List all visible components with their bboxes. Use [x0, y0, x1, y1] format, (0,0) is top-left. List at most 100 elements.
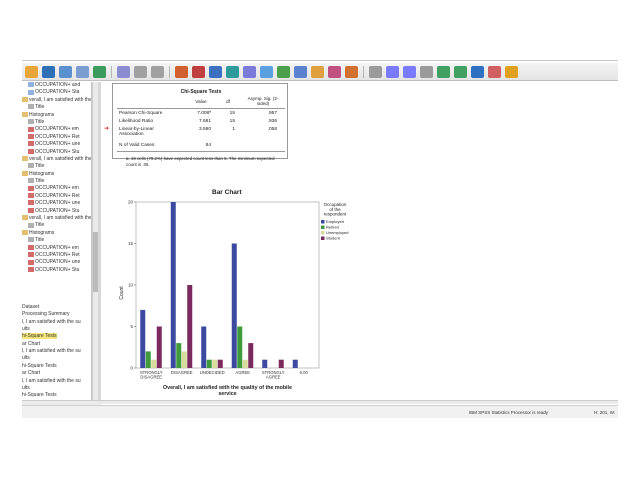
outline-item[interactable] [22, 296, 91, 303]
outline-item[interactable]: verall, I am satisfied with the W [22, 215, 91, 222]
insert-heading-icon[interactable] [471, 65, 484, 78]
outline-item[interactable] [22, 289, 91, 296]
table-rule [117, 108, 285, 109]
x-axis-label: Overall, I am satisfied with the quality… [163, 385, 292, 397]
bar [156, 326, 162, 368]
outline-item[interactable]: ults [22, 385, 91, 392]
weight-cases-icon[interactable] [311, 65, 324, 78]
show-all-icon[interactable] [369, 65, 382, 78]
outline-item[interactable]: verall, I am satisfied with the [22, 156, 91, 163]
export-icon[interactable] [93, 65, 106, 78]
outline-item-label: OCCUPATION+ em [35, 244, 79, 251]
content-hscrollbar[interactable] [101, 400, 618, 404]
outline-item[interactable]: OCCUPATION+ Sta [22, 89, 91, 96]
col-header-sig: Asymp. Sig. (2-sided) [247, 96, 279, 106]
outline-item[interactable]: Title [22, 222, 91, 229]
outline-item-label: ar Chart [22, 340, 41, 347]
outline-item[interactable]: l, I am satisfied with the su [22, 378, 91, 385]
outline-item[interactable]: Histograms [22, 112, 91, 119]
outline-item[interactable]: OCCUPATION+ Ret [22, 134, 91, 141]
bar [212, 359, 218, 368]
insert-variable-icon[interactable] [277, 65, 290, 78]
outline-item[interactable]: Title [22, 163, 91, 170]
outline-item[interactable]: OCCUPATION+ une [22, 141, 91, 148]
outline-item-label: verall, I am satisfied with the [29, 155, 92, 162]
outline-item[interactable] [22, 274, 91, 281]
x-tick-label: STRONGLY DISAGREE [140, 370, 163, 380]
insert-title-icon[interactable] [488, 65, 501, 78]
redo-icon[interactable] [151, 65, 164, 78]
outline-item[interactable]: OCCUPATION+ Stu [22, 149, 91, 156]
book-icon [22, 156, 28, 162]
outline-item[interactable]: OCCUPATION+ une [22, 259, 91, 266]
outline-item[interactable]: Histograms [22, 230, 91, 237]
outline-item[interactable]: verall, I am satisfied with the [22, 97, 91, 104]
outline-item-label: OCCUPATION+ Sta [35, 89, 80, 96]
outline-item[interactable]: OCCUPATION+ Stu [22, 208, 91, 215]
toolbar-separator [169, 65, 170, 78]
outline-item[interactable]: hi-Square Tests [22, 333, 91, 340]
print-icon[interactable] [59, 65, 72, 78]
promote-icon[interactable] [437, 65, 450, 78]
outline-pane[interactable]: OCCUPATION+ and OCCUPATION+ Sta verall, I … [22, 82, 92, 400]
outline-item[interactable]: Title [22, 104, 91, 111]
goto-data-icon[interactable] [175, 65, 188, 78]
goto-variable-icon[interactable] [209, 65, 222, 78]
print-preview-icon[interactable] [76, 65, 89, 78]
outline-item-label: Histograms [29, 170, 55, 177]
outline-item[interactable]: ults [22, 326, 91, 333]
outline-item[interactable]: OCCUPATION+ and [22, 82, 91, 89]
outline-item[interactable]: Title [22, 119, 91, 126]
outline-item[interactable]: Histograms [22, 171, 91, 178]
outline-item-label: Histograms [29, 229, 55, 236]
outline-item[interactable]: OCCUPATION+ em [22, 245, 91, 252]
outline-item-label: Dataset [22, 303, 40, 310]
outline-item[interactable]: hi-Square Tests [22, 392, 91, 399]
outline-item-label: l, I am satisfied with the su [22, 318, 81, 325]
outline-item[interactable]: OCCUPATION+ Stu [22, 267, 91, 274]
x-tick-label: 6.00 [300, 370, 309, 375]
chart-icon [28, 126, 34, 132]
outline-item[interactable]: OCCUPATION+ em [22, 126, 91, 133]
spelling-icon[interactable] [386, 65, 399, 78]
collapse-icon[interactable] [403, 65, 416, 78]
select-cases-icon[interactable] [328, 65, 341, 78]
insert-text-icon[interactable] [505, 65, 518, 78]
outline-item[interactable]: OCCUPATION+ Ret [22, 252, 91, 259]
demote-icon[interactable] [454, 65, 467, 78]
find-icon[interactable] [243, 65, 256, 78]
outline-item[interactable]: Dataset [22, 304, 91, 311]
outline-item[interactable]: OCCUPATION+ em [22, 185, 91, 192]
outline-item[interactable]: Title [22, 237, 91, 244]
page-icon [28, 237, 34, 243]
outline-item-label: Title [35, 237, 45, 244]
y-tick-label: 5 [130, 324, 133, 329]
outline-item[interactable]: l, I am satisfied with the su [22, 319, 91, 326]
outline-item[interactable]: OCCUPATION+ Ret [22, 193, 91, 200]
book-icon [22, 229, 28, 235]
value-labels-icon[interactable] [345, 65, 358, 78]
outline-item[interactable]: ults [22, 355, 91, 362]
outline-item[interactable]: hi-Square Tests [22, 363, 91, 370]
recall-icon[interactable] [117, 65, 130, 78]
bar-chart[interactable]: 0 5 10 15 20 Count STRONGLY DISAGREE DISAGREE UND… [95, 135, 365, 400]
insert-cases-icon[interactable] [260, 65, 273, 78]
bar [170, 202, 176, 368]
save-icon[interactable] [42, 65, 55, 78]
expand-icon[interactable] [420, 65, 433, 78]
goto-case-icon[interactable] [192, 65, 205, 78]
y-tick-label: 0 [130, 366, 133, 371]
outline-item[interactable]: Title [22, 178, 91, 185]
outline-item[interactable]: Processing Summary [22, 311, 91, 318]
outline-item[interactable]: OCCUPATION+ une [22, 200, 91, 207]
open-icon[interactable] [25, 65, 38, 78]
outline-item[interactable]: l, I am satisfied with the su [22, 348, 91, 355]
chart-icon [28, 266, 34, 272]
split-file-icon[interactable] [294, 65, 307, 78]
outline-item[interactable]: ar Chart [22, 370, 91, 377]
outline-item[interactable]: ar Chart [22, 341, 91, 348]
undo-icon[interactable] [134, 65, 147, 78]
outline-item[interactable] [22, 282, 91, 289]
variables-icon[interactable] [226, 65, 239, 78]
bar [145, 351, 151, 368]
